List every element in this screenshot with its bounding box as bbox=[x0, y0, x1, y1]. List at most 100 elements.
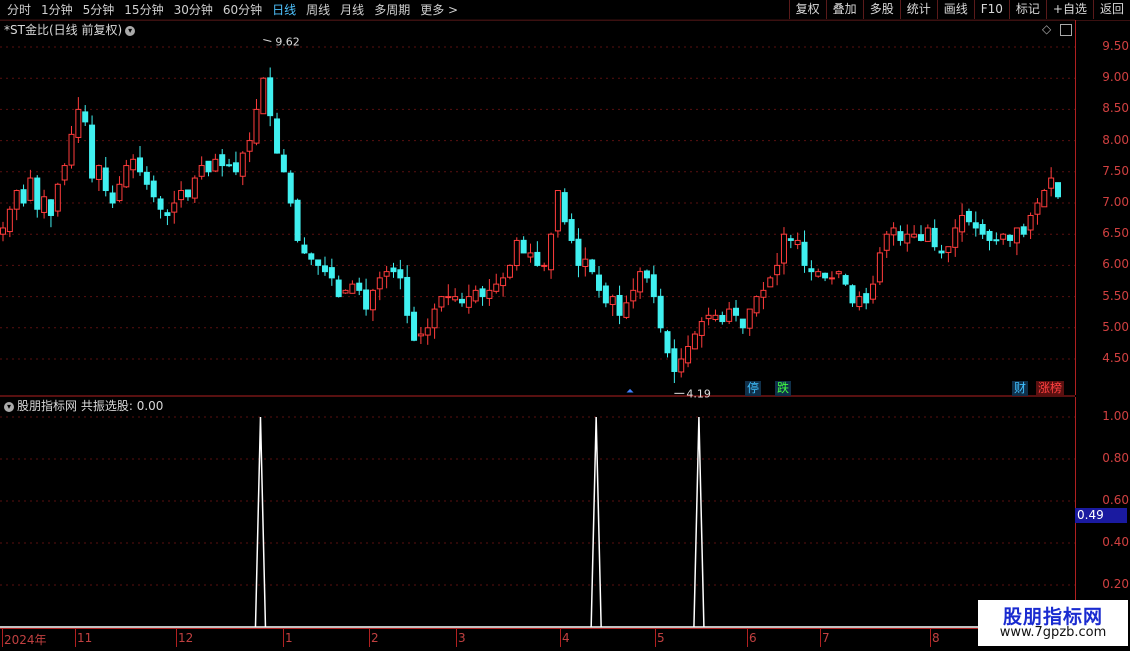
candle-body bbox=[452, 296, 459, 301]
price-tick: 9.50 bbox=[1102, 39, 1129, 53]
candle-body bbox=[294, 199, 301, 241]
candle-body bbox=[328, 267, 335, 279]
candle-body bbox=[582, 258, 589, 268]
candle-body bbox=[917, 234, 924, 241]
candle-body bbox=[6, 208, 13, 233]
price-tick: 8.00 bbox=[1102, 132, 1129, 147]
candle-body bbox=[287, 172, 294, 204]
candle-body bbox=[1034, 202, 1041, 215]
candle-body bbox=[397, 269, 404, 279]
candle-body bbox=[596, 274, 603, 291]
signal-spikes bbox=[254, 416, 705, 628]
candle-body bbox=[274, 118, 281, 154]
candle-body bbox=[369, 289, 376, 311]
candle-body bbox=[109, 192, 116, 204]
candle-body bbox=[760, 289, 767, 298]
candle-body bbox=[486, 289, 493, 299]
candle-body bbox=[911, 233, 918, 238]
date-label: 5 bbox=[657, 631, 665, 645]
price-tick: 5.00 bbox=[1102, 319, 1129, 334]
candle-body bbox=[61, 165, 68, 181]
candle-body bbox=[657, 295, 664, 329]
candle-body bbox=[541, 264, 548, 267]
candle-body bbox=[212, 158, 219, 172]
candle-body bbox=[520, 239, 527, 254]
candle-body bbox=[548, 233, 555, 271]
price-tick: 9.00 bbox=[1102, 70, 1129, 85]
candle-body bbox=[993, 239, 1000, 242]
stock-tag-2[interactable]: 财 bbox=[1012, 381, 1029, 396]
date-tick bbox=[820, 629, 821, 647]
candle-body bbox=[493, 283, 500, 292]
stock-tag-1[interactable]: 跌 bbox=[775, 381, 792, 396]
date-tick bbox=[369, 629, 370, 647]
candle-body bbox=[1007, 234, 1014, 241]
candle-body bbox=[411, 311, 418, 341]
watermark: 股朋指标网 www.7gpzb.com bbox=[978, 600, 1128, 646]
candle-body bbox=[904, 233, 911, 244]
candle-body bbox=[308, 253, 315, 260]
indicator-tick: 0.20 bbox=[1102, 577, 1129, 591]
candle-body bbox=[506, 264, 513, 278]
candle-body bbox=[404, 276, 411, 316]
candle-body bbox=[102, 167, 109, 192]
candle-body bbox=[198, 165, 205, 177]
date-tick bbox=[655, 629, 656, 647]
candle-body bbox=[602, 285, 609, 304]
candle-body bbox=[239, 152, 246, 177]
candle-body bbox=[1041, 190, 1048, 208]
candle-body bbox=[315, 259, 322, 266]
candle-body bbox=[41, 196, 48, 213]
candle-body bbox=[534, 251, 541, 266]
candle-body bbox=[1055, 182, 1061, 198]
candle-body bbox=[863, 293, 870, 304]
candle-body bbox=[952, 227, 959, 248]
candle-body bbox=[34, 177, 41, 210]
chevron-down-icon[interactable]: ▾ bbox=[4, 401, 14, 412]
candle-body bbox=[465, 296, 472, 308]
candle-body bbox=[883, 233, 890, 251]
candle-body bbox=[1027, 214, 1034, 231]
candle-body bbox=[698, 321, 705, 336]
chart-canvas[interactable]: 9.62 4.19 ⏶ bbox=[0, 0, 1075, 628]
candle-body bbox=[130, 158, 137, 171]
date-tick bbox=[2, 629, 3, 647]
candle-body bbox=[616, 294, 623, 316]
candle-body bbox=[561, 192, 568, 223]
candle-body bbox=[870, 283, 877, 300]
stock-tag-0[interactable]: 停 bbox=[745, 381, 762, 396]
candle-body bbox=[191, 177, 198, 199]
candle-body bbox=[986, 230, 993, 241]
candle-body bbox=[794, 239, 801, 246]
candle-body bbox=[678, 358, 685, 373]
date-tick bbox=[283, 629, 284, 647]
indicator-tick: 1.00 bbox=[1102, 409, 1129, 423]
candle-body bbox=[787, 238, 794, 241]
date-label: 2024年 bbox=[4, 633, 47, 647]
candle-body bbox=[609, 296, 616, 306]
candle-body bbox=[623, 302, 630, 318]
candle-body bbox=[157, 198, 164, 210]
candle-body bbox=[376, 277, 383, 290]
candle-body bbox=[424, 327, 431, 336]
candle-body bbox=[390, 267, 397, 273]
candle-body bbox=[143, 171, 150, 185]
date-tick bbox=[456, 629, 457, 647]
candle-body bbox=[472, 289, 479, 302]
stock-tag-3[interactable]: 涨榜 bbox=[1036, 381, 1065, 396]
price-tick: 5.50 bbox=[1102, 288, 1129, 303]
candle-body bbox=[500, 277, 507, 287]
candle-body bbox=[68, 133, 75, 166]
candle-body bbox=[733, 307, 740, 316]
candle-body bbox=[349, 283, 356, 294]
candle-body bbox=[178, 190, 185, 201]
indicator-title[interactable]: ▾ 股朋指标网 共振选股: 0.00 bbox=[4, 398, 163, 414]
date-label: 12 bbox=[178, 631, 194, 645]
candle-body bbox=[232, 162, 239, 173]
candle-body bbox=[54, 183, 61, 212]
candle-body bbox=[226, 164, 233, 167]
toolbar-button-8[interactable]: 返回 bbox=[1092, 0, 1130, 19]
candle-body bbox=[774, 264, 781, 276]
high-marker bbox=[263, 39, 272, 42]
candle-body bbox=[171, 202, 178, 213]
